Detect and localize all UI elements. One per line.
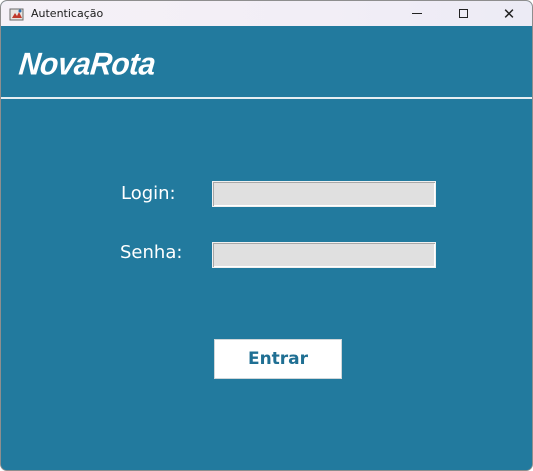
login-panel: NovaRota Login: Senha: Entrar: [1, 26, 532, 470]
java-app-icon: [9, 6, 25, 22]
maximize-button[interactable]: [440, 1, 486, 26]
login-input[interactable]: [212, 181, 436, 207]
window-title: Autenticação: [31, 7, 104, 20]
title-bar[interactable]: Autenticação ✕: [1, 1, 532, 26]
app-logo: NovaRota: [17, 47, 157, 82]
submit-button[interactable]: Entrar: [214, 339, 342, 379]
maximize-icon: [458, 9, 468, 18]
password-label: Senha:: [120, 242, 183, 263]
minimize-button[interactable]: [394, 1, 440, 26]
minimize-icon: [412, 13, 422, 14]
window-controls: ✕: [394, 1, 532, 26]
login-label: Login:: [121, 183, 176, 204]
close-icon: ✕: [502, 4, 516, 23]
header-divider: [1, 97, 532, 99]
password-input[interactable]: [212, 242, 436, 268]
app-window: Autenticação ✕ NovaRota Login: Senha: En…: [0, 0, 533, 471]
close-button[interactable]: ✕: [486, 1, 532, 26]
